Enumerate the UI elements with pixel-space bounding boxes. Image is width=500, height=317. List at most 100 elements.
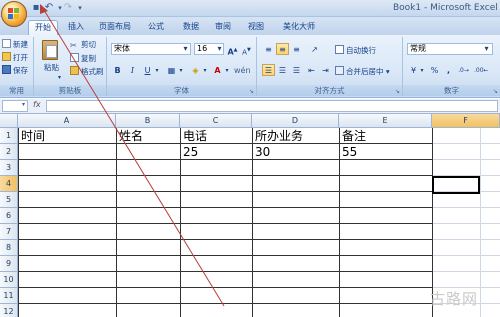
select-all-corner[interactable]: [0, 114, 18, 128]
save-button[interactable]: 保存: [2, 65, 28, 76]
table-border: [18, 271, 432, 272]
save-disk-icon: [2, 65, 11, 74]
office-button[interactable]: [1, 1, 27, 27]
merge-center-button[interactable]: 合并后居中 ▾: [335, 66, 390, 77]
ribbon-tabs: 开始 插入 页面布局 公式 数据 审阅 视图 美化大师: [0, 17, 500, 35]
row-header-11[interactable]: 11: [0, 288, 18, 304]
row-header-4[interactable]: 4: [0, 176, 18, 192]
grow-font-button[interactable]: A▲: [226, 43, 239, 57]
increase-indent-icon[interactable]: ⇥: [319, 64, 332, 76]
font-color-dropdown-icon[interactable]: ▾: [223, 64, 231, 76]
paste-dropdown-icon[interactable]: ▾: [58, 73, 61, 83]
shrink-font-button[interactable]: A▼: [240, 43, 253, 56]
open-button[interactable]: 打开: [2, 52, 28, 63]
save-icon[interactable]: ▪: [30, 2, 42, 14]
cell-e2[interactable]: 55: [340, 144, 357, 160]
align-left-icon[interactable]: ☰: [262, 64, 275, 76]
tab-formulas[interactable]: 公式: [148, 20, 164, 35]
tab-data[interactable]: 数据: [183, 20, 199, 35]
cell-e1[interactable]: 备注: [340, 128, 366, 144]
format-painter-button[interactable]: 格式刷: [70, 66, 104, 77]
row-header-3[interactable]: 3: [0, 160, 18, 176]
table-border: [18, 143, 432, 144]
row-header-6[interactable]: 6: [0, 208, 18, 224]
align-top-icon[interactable]: ≡: [262, 43, 275, 55]
customize-qat-icon[interactable]: ▾: [74, 2, 86, 14]
font-dialog-launcher-icon[interactable]: ↘: [249, 88, 254, 95]
formula-input[interactable]: [46, 100, 498, 112]
alignment-dialog-launcher-icon[interactable]: ↘: [395, 88, 400, 95]
row-header-12[interactable]: 12: [0, 304, 18, 317]
row-header-7[interactable]: 7: [0, 224, 18, 240]
group-label-clipboard: 剪贴板: [34, 85, 106, 96]
row-header-2[interactable]: 2: [0, 144, 18, 160]
cell-c2[interactable]: 25: [181, 144, 198, 160]
row-header-5[interactable]: 5: [0, 192, 18, 208]
tab-review[interactable]: 审阅: [215, 20, 231, 35]
align-center-icon[interactable]: ☰: [276, 64, 289, 76]
name-box-dropdown-icon[interactable]: ▾: [22, 101, 25, 108]
column-header-e[interactable]: E: [339, 114, 432, 128]
comma-button[interactable]: ,: [442, 64, 455, 76]
paste-button[interactable]: 粘贴: [44, 63, 59, 73]
column-header-f[interactable]: F: [432, 114, 500, 128]
row-header-9[interactable]: 9: [0, 256, 18, 272]
new-button[interactable]: 新建: [2, 39, 28, 50]
cell-d2[interactable]: 30: [253, 144, 270, 160]
gridline: [432, 271, 500, 272]
cell-d1[interactable]: 所办业务: [253, 128, 303, 144]
align-bottom-icon[interactable]: ≡: [290, 43, 303, 55]
title-bar: ▪ ↶ ▾ ↷ ▾ Book1 - Microsoft Excel: [0, 0, 500, 27]
new-icon: [2, 39, 11, 48]
decrease-indent-icon[interactable]: ⇤: [305, 64, 318, 76]
tab-insert[interactable]: 插入: [68, 20, 84, 35]
align-middle-icon[interactable]: ≡: [276, 43, 289, 55]
font-size-dropdown-icon[interactable]: ▾: [213, 43, 226, 55]
column-header-b[interactable]: B: [116, 114, 180, 128]
cell-a1[interactable]: 时间: [19, 128, 45, 144]
currency-dropdown-icon[interactable]: ▾: [418, 64, 426, 76]
decrease-decimal-icon[interactable]: .00←: [473, 64, 489, 76]
orientation-icon[interactable]: ↗: [308, 43, 321, 55]
font-name-dropdown-icon[interactable]: ▾: [179, 43, 192, 55]
gridline: [432, 255, 500, 256]
fill-color-dropdown-icon[interactable]: ▾: [201, 64, 209, 76]
active-cell-f4[interactable]: [432, 176, 480, 194]
increase-decimal-icon[interactable]: .0→: [457, 64, 470, 76]
number-dialog-launcher-icon[interactable]: ↘: [493, 88, 498, 95]
cell-b1[interactable]: 姓名: [117, 128, 143, 144]
number-format-dropdown-icon[interactable]: ▾: [480, 43, 493, 55]
wrap-text-button[interactable]: 自动换行: [335, 45, 376, 56]
bold-button[interactable]: B: [111, 64, 124, 76]
cut-button[interactable]: ✂ 剪切: [70, 40, 96, 50]
redo-icon[interactable]: ↷: [62, 2, 74, 14]
office-logo-icon: [8, 8, 20, 20]
tab-home[interactable]: 开始: [28, 20, 58, 35]
worksheet-grid[interactable]: A B C D E F 1 2 3 4 5 6 7 8 9 10 11 12 时…: [0, 114, 500, 317]
row-header-8[interactable]: 8: [0, 240, 18, 256]
group-alignment: ≡ ≡ ≡ ↗ 自动换行 ☰ ☰ ☰ ⇤ ⇥ 合并后居中 ▾ 对齐方式 ↘: [257, 37, 403, 96]
row-header-10[interactable]: 10: [0, 272, 18, 288]
column-header-d[interactable]: D: [252, 114, 339, 128]
group-label-alignment: 对齐方式: [257, 85, 402, 96]
tab-page-layout[interactable]: 页面布局: [99, 20, 131, 35]
align-right-icon[interactable]: ☰: [290, 64, 303, 76]
cell-c1[interactable]: 电话: [181, 128, 207, 144]
copy-button[interactable]: 复制: [70, 53, 96, 64]
underline-dropdown-icon[interactable]: ▾: [153, 64, 161, 76]
tab-view[interactable]: 视图: [248, 20, 264, 35]
insert-function-button[interactable]: fx: [33, 100, 41, 109]
tab-beautify-master[interactable]: 美化大师: [283, 20, 315, 35]
column-header-a[interactable]: A: [18, 114, 116, 128]
italic-button[interactable]: I: [126, 64, 139, 76]
percent-button[interactable]: %: [428, 64, 441, 76]
scissors-icon: ✂: [70, 41, 77, 50]
table-border: [18, 159, 432, 160]
phonetic-icon[interactable]: wén: [233, 64, 251, 76]
column-header-c[interactable]: C: [180, 114, 252, 128]
group-common: 新建 打开 保存 常用: [0, 37, 34, 96]
row-header-1[interactable]: 1: [0, 128, 18, 144]
table-border: [18, 303, 432, 304]
border-dropdown-icon[interactable]: ▾: [177, 64, 185, 76]
group-clipboard: 粘贴 ▾ ✂ 剪切 复制 格式刷 剪贴板: [34, 37, 107, 96]
